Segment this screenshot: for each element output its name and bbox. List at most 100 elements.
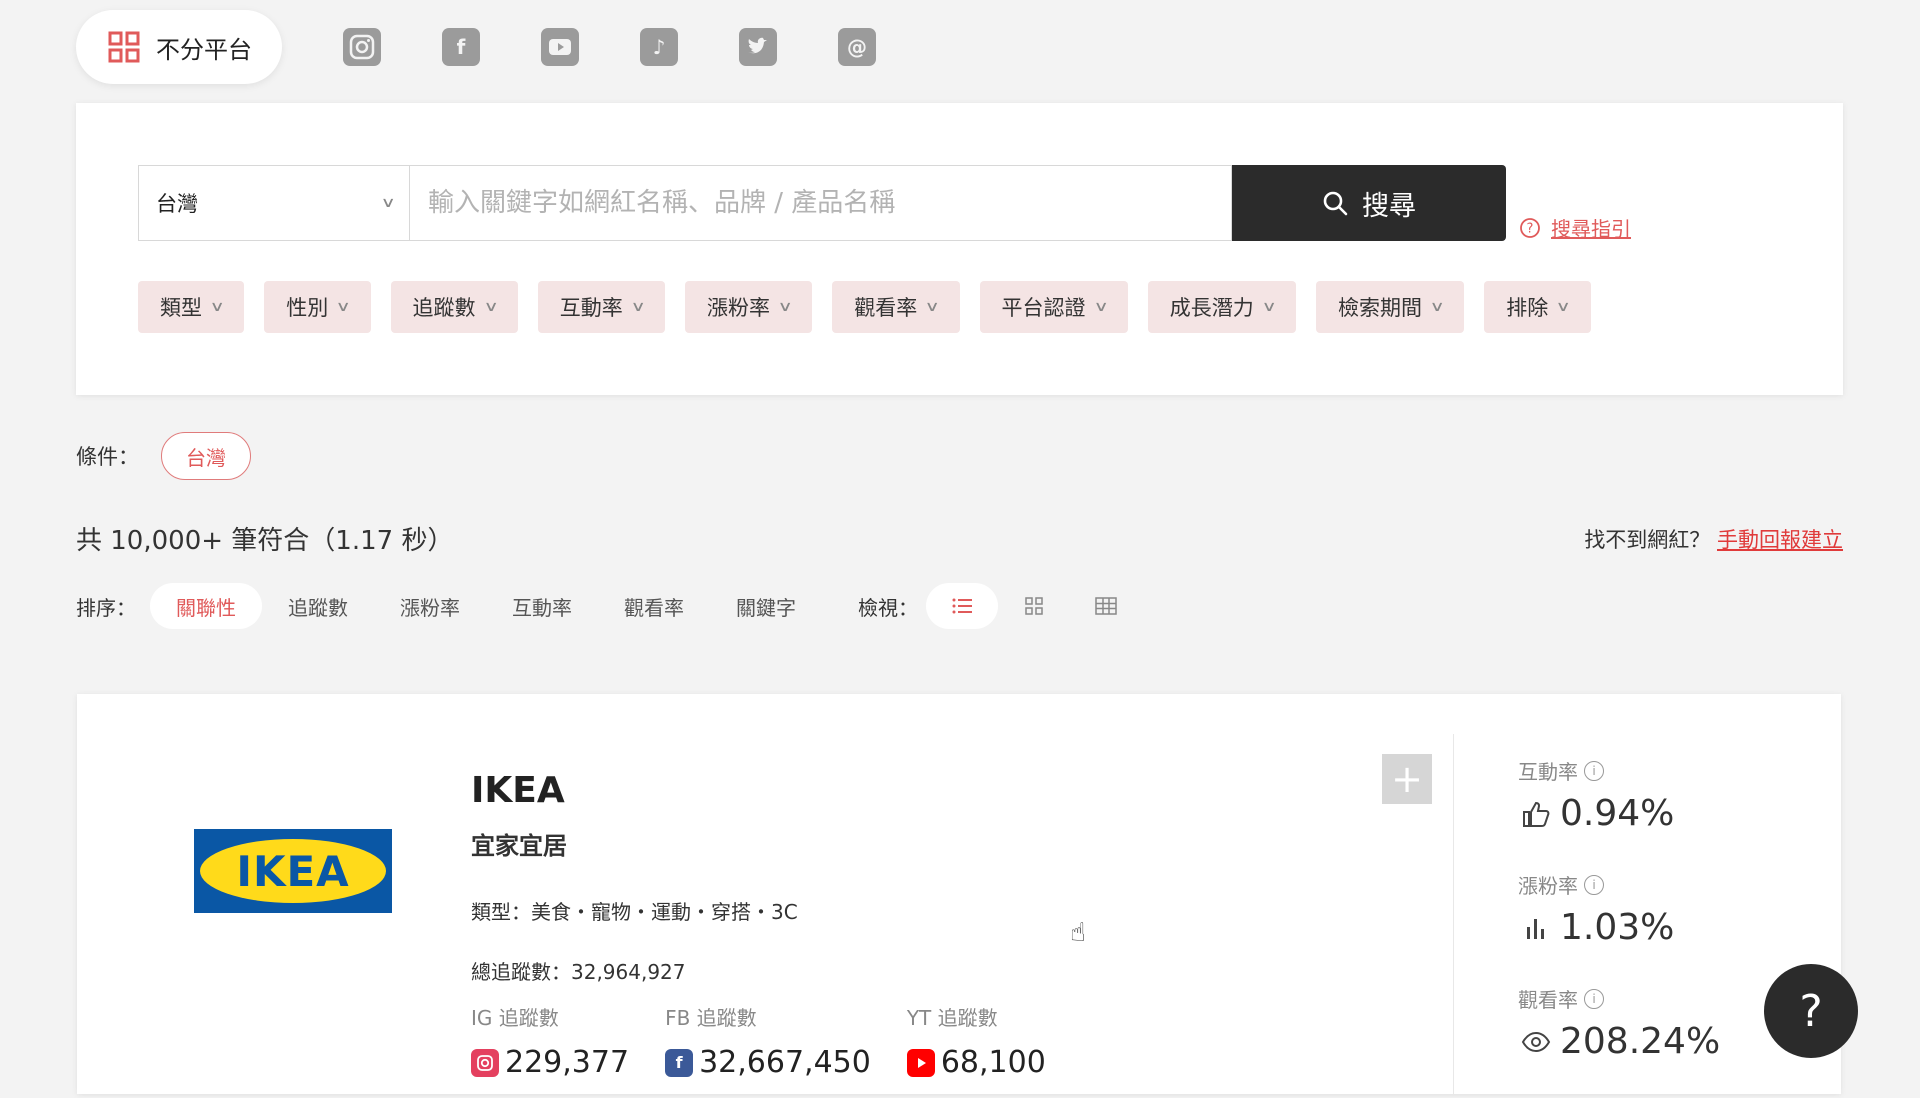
filter-engagement[interactable]: 互動率 ∨ xyxy=(537,281,665,333)
metric-value-text: 1.03% xyxy=(1560,907,1675,948)
search-input[interactable] xyxy=(410,165,1232,241)
filter-potential[interactable]: 成長潛力 ∨ xyxy=(1147,281,1296,333)
filter-exclude[interactable]: 排除 ∨ xyxy=(1484,281,1591,333)
filter-label: 排除 xyxy=(1506,296,1549,320)
filter-type[interactable]: 類型 ∨ xyxy=(138,281,245,333)
influencer-logo: IKEA xyxy=(194,829,392,913)
filter-label: 性別 xyxy=(286,296,329,320)
logo-text: IKEA xyxy=(236,846,350,896)
help-button[interactable]: ? xyxy=(1764,964,1858,1058)
influencer-subname: 宜家宜居 xyxy=(471,832,567,860)
metric-value-text: 208.24% xyxy=(1560,1021,1721,1062)
facebook-icon[interactable]: f xyxy=(442,28,480,66)
results-count: 共 10,000+ 筆符合（1.17 秒） xyxy=(76,526,454,556)
chevron-down-icon: ∨ xyxy=(630,299,646,315)
help-circle-icon: ? xyxy=(1520,217,1540,238)
grid-icon xyxy=(108,31,140,63)
sort-keyword[interactable]: 關鍵字 xyxy=(710,583,822,629)
instagram-icon[interactable] xyxy=(343,28,381,66)
filter-label: 成長潛力 xyxy=(1169,296,1254,320)
search-guide-link[interactable]: ? 搜尋指引 xyxy=(1519,213,1631,242)
metric-label-text: 互動率 xyxy=(1518,760,1578,784)
info-icon[interactable]: i xyxy=(1584,760,1604,781)
metric-value: 1.03% xyxy=(1518,907,1720,948)
ig-followers-value: 229,377 xyxy=(505,1045,630,1080)
metric-value: 0.94% xyxy=(1518,793,1720,834)
youtube-icon[interactable] xyxy=(541,28,579,66)
info-icon[interactable]: i xyxy=(1584,874,1604,895)
twitter-icon[interactable] xyxy=(739,28,777,66)
region-select-value: 台灣 xyxy=(156,192,198,216)
filter-label: 追蹤數 xyxy=(412,296,476,320)
sort-bar: 排序： 關聯性 追蹤數 漲粉率 互動率 觀看率 關鍵字 檢視： xyxy=(76,583,1142,629)
influencer-card[interactable]: IKEA IKEA 宜家宜居 類型：美食・寵物・運動・穿搭・3C 總追蹤數：32… xyxy=(77,694,1841,1094)
manual-report-link[interactable]: 手動回報建立 xyxy=(1717,528,1843,552)
youtube-icon xyxy=(906,1048,935,1077)
filter-label: 漲粉率 xyxy=(707,296,770,320)
table-icon xyxy=(1095,597,1117,615)
filter-label: 互動率 xyxy=(559,296,623,320)
view-label: 檢視： xyxy=(858,595,918,620)
metric-growth: 漲粉率 i 1.03% xyxy=(1518,870,1720,948)
list-icon xyxy=(952,598,972,614)
platform-stat-value: 68,100 xyxy=(906,1045,1046,1080)
metric-label-text: 觀看率 xyxy=(1518,988,1578,1012)
filter-verified[interactable]: 平台認證 ∨ xyxy=(979,281,1128,333)
sort-growth-rate[interactable]: 漲粉率 xyxy=(374,583,486,629)
metric-view-rate: 觀看率 i 208.24% xyxy=(1518,984,1720,1062)
platform-stats: IG 追蹤數 229,377 FB 追蹤數 f 32,667,450 YT 追蹤… xyxy=(471,1002,1046,1080)
info-icon[interactable]: i xyxy=(1584,988,1604,1009)
metric-label: 漲粉率 i xyxy=(1518,870,1720,899)
filter-label: 檢索期間 xyxy=(1338,296,1422,320)
platform-stat-fb: FB 追蹤數 f 32,667,450 xyxy=(665,1002,871,1080)
threads-icon[interactable]: @ xyxy=(838,28,876,66)
thumbs-up-icon xyxy=(1518,799,1554,829)
platform-stat-yt: YT 追蹤數 68,100 xyxy=(906,1002,1046,1080)
chevron-down-icon: ∨ xyxy=(482,299,499,315)
filter-growth-rate[interactable]: 漲粉率 ∨ xyxy=(685,281,813,333)
sort-engagement[interactable]: 互動率 xyxy=(486,583,598,629)
fb-followers-value: 32,667,450 xyxy=(699,1045,871,1080)
view-list-button[interactable] xyxy=(926,583,998,629)
platform-stat-value: f 32,667,450 xyxy=(665,1045,871,1080)
sort-view-rate[interactable]: 觀看率 xyxy=(598,583,710,629)
sort-label: 排序： xyxy=(76,595,136,620)
report-link-area: 找不到網紅？ 手動回報建立 xyxy=(1584,524,1843,554)
filter-gender[interactable]: 性別 ∨ xyxy=(264,281,371,333)
platform-all-button[interactable]: 不分平台 xyxy=(76,10,282,84)
platform-stat-label: IG 追蹤數 xyxy=(471,1006,559,1030)
chevron-down-icon: ∨ xyxy=(1429,299,1445,315)
condition-tag[interactable]: 台灣 xyxy=(161,432,251,480)
chevron-down-icon: ∨ xyxy=(924,299,941,315)
filter-label: 平台認證 xyxy=(1001,296,1086,320)
hand-cursor-icon: ☝ xyxy=(1070,918,1086,948)
tiktok-icon[interactable]: ♪ xyxy=(640,28,678,66)
view-grid-button[interactable] xyxy=(998,583,1070,629)
sort-followers[interactable]: 追蹤數 xyxy=(262,583,374,629)
chevron-down-icon: ∨ xyxy=(335,299,352,315)
filter-view-rate[interactable]: 觀看率 ∨ xyxy=(832,281,960,333)
eye-icon xyxy=(1518,1031,1554,1053)
search-button-label: 搜尋 xyxy=(1362,190,1416,222)
metric-label: 觀看率 i xyxy=(1518,984,1720,1013)
filter-bar: 類型 ∨ 性別 ∨ 追蹤數 ∨ 互動率 ∨ 漲粉率 ∨ 觀看率 ∨ 平台認證 ∨ 成長潛力 ∨ … xyxy=(138,281,1611,333)
sort-relevance[interactable]: 關聯性 xyxy=(150,583,262,629)
report-prefix: 找不到網紅？ xyxy=(1584,528,1711,552)
chevron-down-icon: ∨ xyxy=(1261,299,1277,315)
total-followers: 總追蹤數：32,964,927 xyxy=(471,960,686,984)
facebook-icon: f xyxy=(665,1048,694,1077)
view-table-button[interactable] xyxy=(1070,583,1142,629)
influencer-name[interactable]: IKEA xyxy=(471,770,565,811)
region-select[interactable]: 台灣 ∨ xyxy=(138,165,410,241)
platform-all-label: 不分平台 xyxy=(156,35,252,64)
bar-chart-icon xyxy=(1518,915,1554,941)
grid-icon xyxy=(1025,597,1043,615)
filter-followers[interactable]: 追蹤數 ∨ xyxy=(390,281,518,333)
metrics-panel: 互動率 i 0.94% 漲粉率 i 1.03% 觀看率 i 208.24% xyxy=(1518,756,1720,1098)
search-button[interactable]: 搜尋 xyxy=(1232,165,1506,241)
chevron-down-icon: ∨ xyxy=(380,195,396,211)
conditions-label: 條件： xyxy=(76,445,139,469)
search-icon xyxy=(1323,191,1348,216)
add-to-list-button[interactable]: + xyxy=(1382,754,1432,804)
filter-period[interactable]: 檢索期間 ∨ xyxy=(1316,281,1465,333)
